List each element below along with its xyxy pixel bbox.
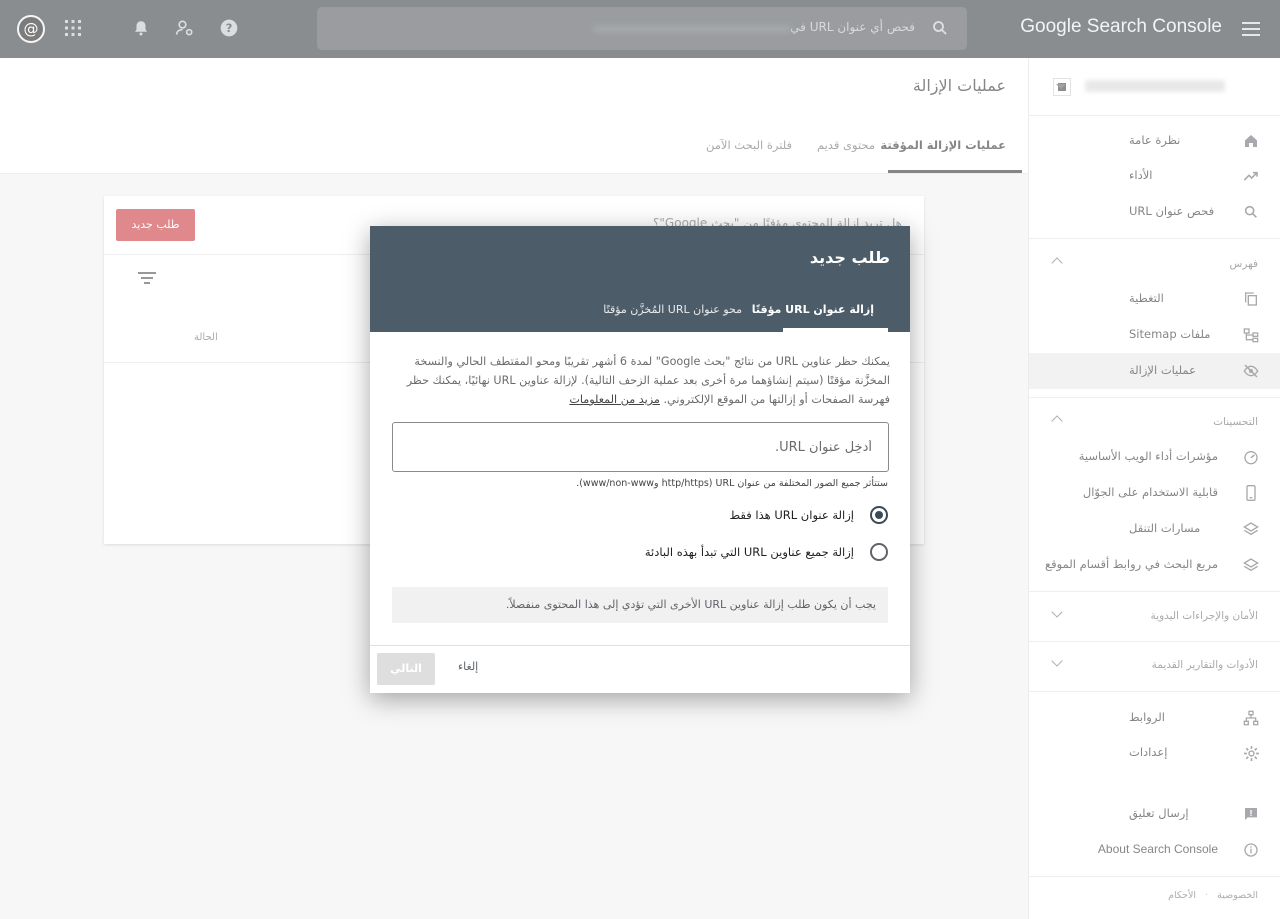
radio-remove-prefix[interactable]: إزالة جميع عناوين URL التي تبدأ بهذه الب…	[588, 542, 888, 564]
radio-button-checked[interactable]	[870, 506, 888, 524]
radio-label: إزالة جميع عناوين URL التي تبدأ بهذه الب…	[644, 545, 854, 559]
new-request-dialog: طلب جديد إزالة عنوان URL مؤقتًا محو عنوا…	[370, 226, 910, 693]
url-input[interactable]	[392, 422, 889, 472]
dialog-header: طلب جديد إزالة عنوان URL مؤقتًا محو عنوا…	[370, 226, 910, 332]
learn-more-link[interactable]: مزيد من المعلومات	[569, 393, 660, 406]
dialog-description: يمكنك حظر عناوين URL من نتائج "بحث Googl…	[390, 352, 890, 409]
cancel-button[interactable]: إلغاء	[458, 660, 478, 673]
tab-temporarily-remove-url[interactable]: إزالة عنوان URL مؤقتًا	[752, 303, 874, 316]
radio-remove-this-url-only[interactable]: إزالة عنوان URL هذا فقط	[588, 505, 888, 527]
divider	[370, 645, 910, 646]
input-hint: ستتأثر جميع الصور المختلفة من عنوان URL …	[576, 478, 888, 489]
radio-label: إزالة عنوان URL هذا فقط	[729, 508, 854, 522]
active-tab-indicator	[783, 328, 888, 332]
tab-clear-cached-url[interactable]: محو عنوان URL المُخزَّن مؤقتًا	[603, 303, 742, 316]
radio-button[interactable]	[870, 543, 888, 561]
notice-box: يجب أن يكون طلب إزالة عناوين URL الأخرى …	[392, 587, 888, 623]
dialog-title: طلب جديد	[809, 248, 890, 267]
next-button[interactable]: التالي	[377, 653, 435, 685]
